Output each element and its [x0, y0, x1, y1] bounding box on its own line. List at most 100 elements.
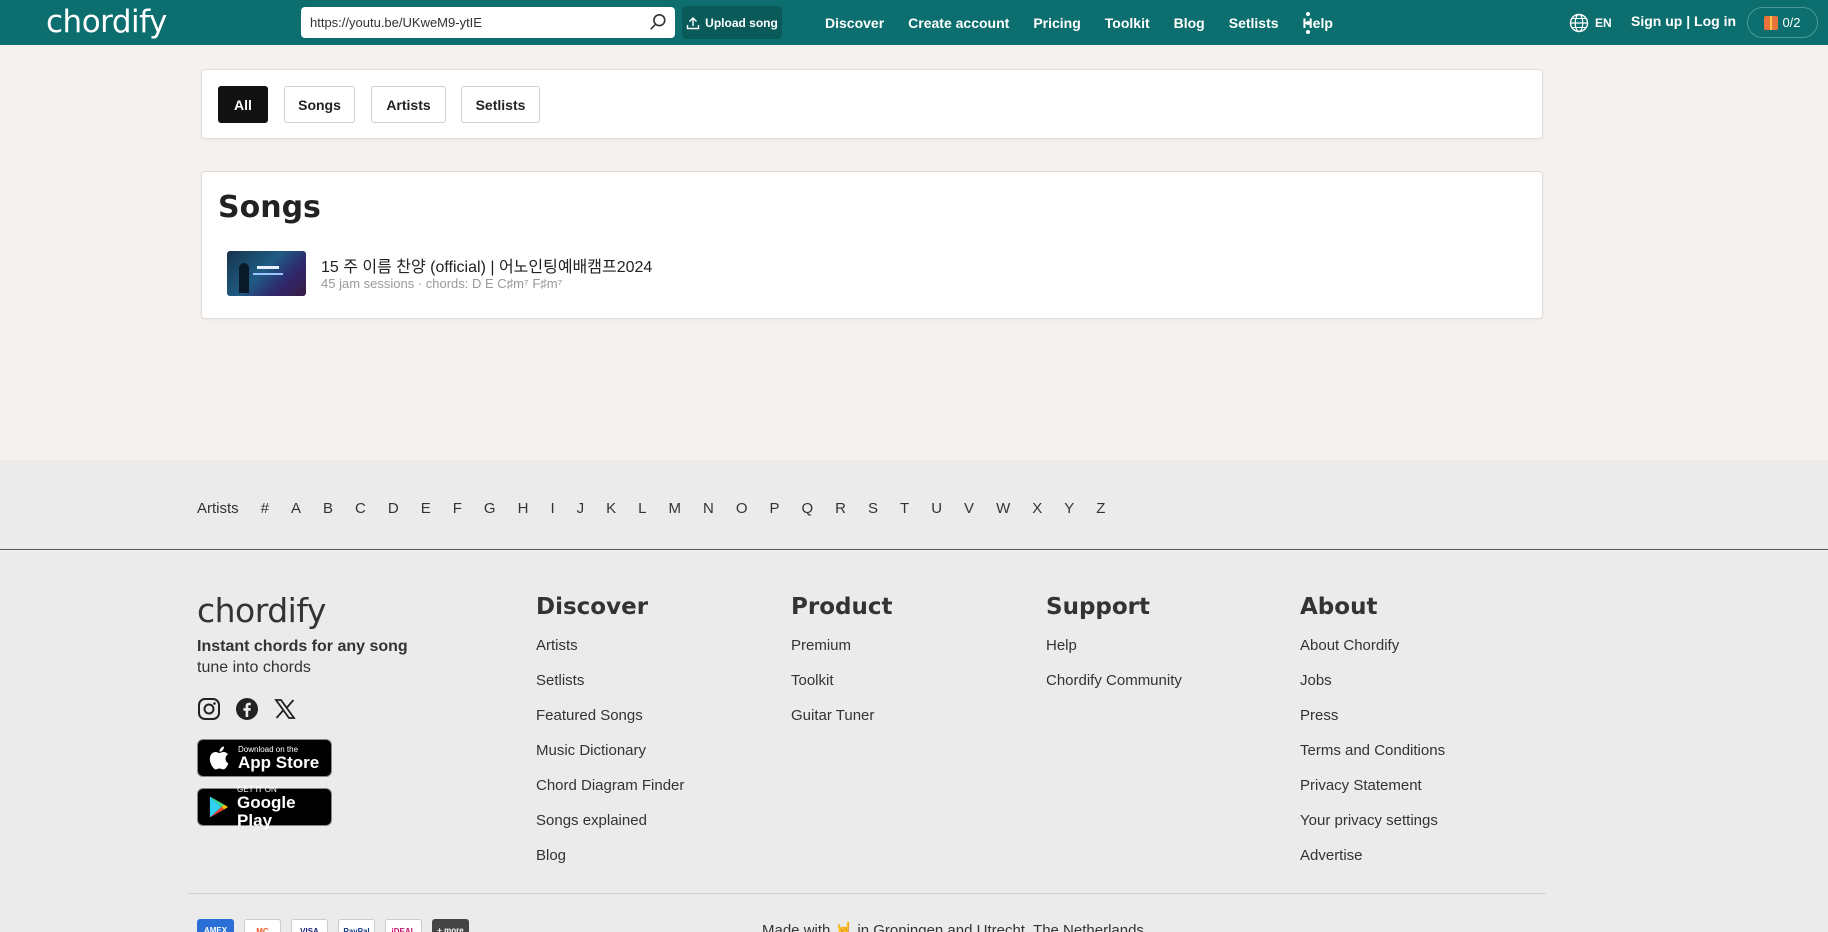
- song-title[interactable]: 15 주 이름 찬양 (official) | 어노인팅예배캠프2024: [321, 253, 652, 277]
- more-menu-icon[interactable]: [1303, 12, 1313, 34]
- letter-link[interactable]: Q: [802, 500, 814, 517]
- letter-link[interactable]: N: [703, 500, 714, 517]
- search-input[interactable]: [310, 15, 640, 30]
- made-with-text: Made with 🤘 in Groningen and Utrecht, Th…: [762, 922, 1144, 932]
- social-links: [197, 697, 297, 721]
- app-store-big: App Store: [238, 752, 320, 772]
- more-payments-icon: + more: [432, 919, 469, 932]
- footer-col-title: Product: [791, 594, 893, 620]
- x-icon[interactable]: [273, 697, 297, 721]
- google-play-big: Google Play: [237, 792, 296, 830]
- letter-link[interactable]: R: [835, 500, 846, 517]
- upload-icon: [686, 16, 700, 29]
- nav-setlists[interactable]: Setlists: [1229, 15, 1279, 31]
- letter-link[interactable]: I: [550, 500, 554, 517]
- footer-divider: [188, 893, 1546, 894]
- letter-link[interactable]: F: [453, 500, 462, 517]
- footer-link[interactable]: About Chordify: [1300, 636, 1445, 671]
- footer-link[interactable]: Toolkit: [791, 671, 892, 706]
- letter-link[interactable]: L: [638, 500, 646, 517]
- letter-link[interactable]: Y: [1064, 500, 1074, 517]
- letter-link[interactable]: T: [900, 500, 909, 517]
- artists-label[interactable]: Artists: [197, 500, 239, 517]
- nav-toolkit[interactable]: Toolkit: [1105, 15, 1150, 31]
- mastercard-icon: MC: [244, 919, 281, 932]
- top-navbar: chordify Upload song Discover Create acc…: [0, 0, 1828, 45]
- letter-link[interactable]: #: [261, 500, 269, 517]
- amex-icon: AMEX: [197, 919, 234, 932]
- letter-link[interactable]: S: [868, 500, 878, 517]
- app-store-badge[interactable]: Download on the App Store: [197, 739, 332, 777]
- letter-link[interactable]: X: [1032, 500, 1042, 517]
- signup-login-link[interactable]: Sign up | Log in: [1631, 13, 1736, 29]
- nav-discover[interactable]: Discover: [825, 15, 884, 31]
- footer-col-support: Support Help Chordify Community: [1046, 594, 1182, 706]
- letter-link[interactable]: K: [606, 500, 616, 517]
- footer-link[interactable]: Advertise: [1300, 846, 1445, 881]
- footer-col-about: About About Chordify Jobs Press Terms an…: [1300, 594, 1445, 881]
- letter-link[interactable]: G: [484, 500, 496, 517]
- google-play-badge[interactable]: GET IT ON Google Play: [197, 785, 332, 829]
- letter-link[interactable]: D: [388, 500, 399, 517]
- letter-link[interactable]: A: [291, 500, 301, 517]
- filter-artists[interactable]: Artists: [371, 86, 446, 123]
- letter-link[interactable]: M: [668, 500, 681, 517]
- letter-link[interactable]: V: [964, 500, 974, 517]
- footer-link[interactable]: Setlists: [536, 671, 684, 706]
- letter-link[interactable]: O: [736, 500, 748, 517]
- payment-methods: AMEX MC VISA PayPal iDEAL + more: [197, 919, 469, 932]
- site-footer: chordify Instant chords for any song tun…: [0, 551, 1828, 932]
- artist-letter-index: Artists # A B C D E F G H I J K L M N O …: [0, 460, 1828, 550]
- nav-blog[interactable]: Blog: [1174, 15, 1205, 31]
- footer-link[interactable]: Terms and Conditions: [1300, 741, 1445, 776]
- footer-col-title: About: [1300, 594, 1378, 620]
- letter-link[interactable]: P: [769, 500, 779, 517]
- instagram-icon[interactable]: [197, 697, 221, 721]
- footer-link[interactable]: Music Dictionary: [536, 741, 684, 776]
- letter-link[interactable]: C: [355, 500, 366, 517]
- footer-link[interactable]: Artists: [536, 636, 684, 671]
- language-label: EN: [1595, 16, 1612, 30]
- apple-icon: [209, 746, 229, 770]
- song-thumbnail[interactable]: [227, 251, 306, 296]
- chordify-logo[interactable]: chordify: [46, 4, 167, 40]
- footer-link[interactable]: Your privacy settings: [1300, 811, 1445, 846]
- nav-create-account[interactable]: Create account: [908, 15, 1009, 31]
- letter-link[interactable]: W: [996, 500, 1010, 517]
- letter-link[interactable]: B: [323, 500, 333, 517]
- gift-button[interactable]: 0/2: [1747, 7, 1818, 38]
- footer-link[interactable]: Songs explained: [536, 811, 684, 846]
- paypal-icon: PayPal: [338, 919, 375, 932]
- filter-setlists[interactable]: Setlists: [461, 86, 540, 123]
- nav-pricing[interactable]: Pricing: [1033, 15, 1080, 31]
- upload-song-button[interactable]: Upload song: [682, 6, 782, 39]
- visa-icon: VISA: [291, 919, 328, 932]
- letter-link[interactable]: H: [518, 500, 529, 517]
- footer-link[interactable]: Privacy Statement: [1300, 776, 1445, 811]
- search-box: [301, 7, 675, 38]
- main-nav: Discover Create account Pricing Toolkit …: [825, 0, 1357, 45]
- filter-all[interactable]: All: [218, 86, 268, 123]
- footer-link[interactable]: Chord Diagram Finder: [536, 776, 684, 811]
- footer-link[interactable]: Chordify Community: [1046, 671, 1182, 706]
- footer-link[interactable]: Premium: [791, 636, 892, 671]
- songs-results-card: Songs 15 주 이름 찬양 (official) | 어노인팅예배캠프20…: [201, 171, 1543, 319]
- facebook-icon[interactable]: [235, 697, 259, 721]
- footer-link[interactable]: Help: [1046, 636, 1182, 671]
- footer-link[interactable]: Featured Songs: [536, 706, 684, 741]
- footer-link[interactable]: Blog: [536, 846, 684, 881]
- gift-icon: [1764, 15, 1779, 30]
- footer-link[interactable]: Jobs: [1300, 671, 1445, 706]
- footer-tagline: Instant chords for any song: [197, 638, 408, 655]
- search-icon[interactable]: [649, 13, 667, 31]
- letter-link[interactable]: U: [931, 500, 942, 517]
- letter-link[interactable]: E: [421, 500, 431, 517]
- filter-songs[interactable]: Songs: [284, 86, 355, 123]
- footer-link[interactable]: Press: [1300, 706, 1445, 741]
- letter-link[interactable]: Z: [1096, 500, 1105, 517]
- footer-logo[interactable]: chordify: [197, 591, 326, 630]
- language-selector[interactable]: EN: [1569, 13, 1612, 33]
- letter-link[interactable]: J: [577, 500, 585, 517]
- footer-col-discover: Discover Artists Setlists Featured Songs…: [536, 594, 684, 881]
- footer-link[interactable]: Guitar Tuner: [791, 706, 892, 741]
